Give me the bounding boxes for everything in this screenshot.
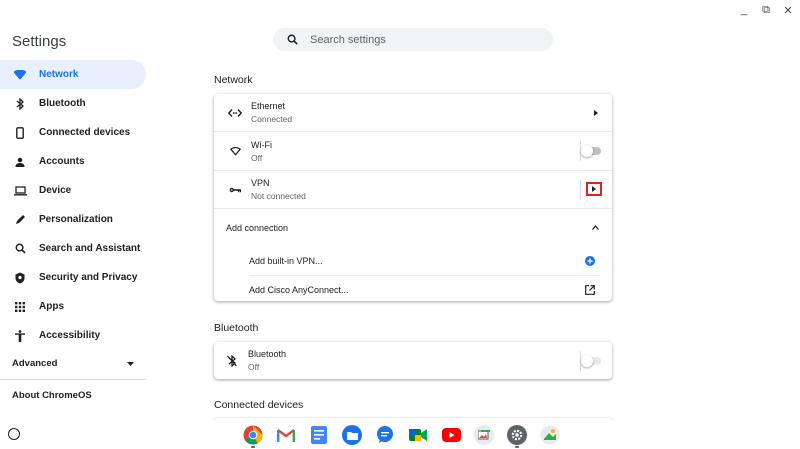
wifi-icon xyxy=(13,68,27,82)
chevron-up-icon xyxy=(592,225,599,230)
sidebar-item-label: Apps xyxy=(39,301,64,312)
sidebar-item-personalization[interactable]: Personalization xyxy=(0,205,146,234)
docs-icon[interactable] xyxy=(309,425,329,445)
sidebar-item-apps[interactable]: Apps xyxy=(0,292,146,321)
connected-devices-section-title: Connected devices xyxy=(214,399,304,411)
sidebar: Network Bluetooth Connected devices Acco… xyxy=(0,60,147,410)
apps-grid-icon xyxy=(13,300,27,314)
accessibility-icon xyxy=(13,329,27,343)
chevron-right-icon xyxy=(594,110,598,116)
settings-icon[interactable] xyxy=(507,425,527,445)
sidebar-item-label: Accounts xyxy=(39,156,85,167)
add-circle-icon[interactable] xyxy=(585,256,595,266)
sidebar-advanced-toggle[interactable]: Advanced xyxy=(0,350,146,377)
bluetooth-section-title: Bluetooth xyxy=(214,322,259,334)
maximize-button[interactable]: ⧉ xyxy=(760,4,772,17)
photos-icon[interactable] xyxy=(540,425,560,445)
search-icon xyxy=(287,34,298,45)
minimize-button[interactable]: _ xyxy=(738,4,750,17)
gmail-icon[interactable] xyxy=(276,425,296,445)
launcher-button[interactable] xyxy=(8,428,20,440)
app-title: Settings xyxy=(12,33,67,50)
sidebar-item-label: Personalization xyxy=(39,214,113,225)
vpn-row[interactable]: VPN Not connected xyxy=(214,171,612,208)
search-input[interactable] xyxy=(308,32,532,47)
key-icon xyxy=(227,187,243,193)
phone-icon xyxy=(13,126,27,140)
chrome-icon[interactable] xyxy=(243,425,263,445)
wifi-status: Off xyxy=(251,152,263,163)
sidebar-item-label: Bluetooth xyxy=(39,98,86,109)
sidebar-item-label: Search and Assistant xyxy=(39,243,141,254)
add-builtin-vpn-label: Add built-in VPN... xyxy=(249,255,323,266)
sidebar-item-label: Device xyxy=(39,185,72,196)
bluetooth-toggle[interactable] xyxy=(581,355,601,367)
messages-icon[interactable] xyxy=(375,425,395,445)
sidebar-item-device[interactable]: Device xyxy=(0,176,146,205)
vpn-status: Not connected xyxy=(251,191,306,201)
sidebar-item-label: Network xyxy=(39,69,79,80)
sidebar-item-connected-devices[interactable]: Connected devices xyxy=(0,118,146,147)
sidebar-item-security-and-privacy[interactable]: Security and Privacy xyxy=(0,263,146,292)
sidebar-item-accounts[interactable]: Accounts xyxy=(0,147,146,176)
window-controls: _ ⧉ ✕ xyxy=(738,4,794,17)
sidebar-item-label: Connected devices xyxy=(39,127,131,138)
wifi-toggle[interactable] xyxy=(581,145,601,157)
search-icon xyxy=(13,242,27,256)
sidebar-item-accessibility[interactable]: Accessibility xyxy=(0,321,146,350)
laptop-icon xyxy=(13,184,27,198)
running-indicator xyxy=(251,446,255,448)
ethernet-name: Ethernet xyxy=(251,101,286,111)
add-connection-label: Add connection xyxy=(226,222,289,233)
youtube-icon[interactable] xyxy=(441,425,461,445)
shield-icon xyxy=(13,271,27,285)
search-bar[interactable] xyxy=(273,28,553,51)
sidebar-item-network[interactable]: Network xyxy=(0,60,146,89)
sidebar-item-bluetooth[interactable]: Bluetooth xyxy=(0,89,146,118)
add-cisco-row[interactable]: Add Cisco AnyConnect... xyxy=(214,276,612,304)
advanced-label: Advanced xyxy=(12,358,58,369)
add-connection-row[interactable]: Add connection xyxy=(214,209,612,246)
network-card: Ethernet Connected Wi-Fi Off VPN Not connec… xyxy=(214,94,612,301)
sidebar-item-search-and-assistant[interactable]: Search and Assistant xyxy=(0,234,146,263)
ethernet-icon xyxy=(227,108,243,117)
chevron-down-icon xyxy=(127,361,134,366)
files-icon[interactable] xyxy=(342,425,362,445)
gallery-icon[interactable] xyxy=(474,425,494,445)
add-cisco-label: Add Cisco AnyConnect... xyxy=(249,285,349,295)
divider xyxy=(580,180,581,200)
meet-icon[interactable] xyxy=(408,425,428,445)
wifi-outline-icon xyxy=(227,146,243,156)
bluetooth-icon xyxy=(13,97,27,111)
bluetooth-name: Bluetooth xyxy=(248,349,287,359)
chevron-right-icon xyxy=(592,186,596,192)
bluetooth-card: Bluetooth Off xyxy=(214,342,612,379)
wifi-name: Wi-Fi xyxy=(251,139,272,150)
bluetooth-disabled-icon xyxy=(224,354,240,367)
ethernet-status: Connected xyxy=(251,114,293,124)
add-builtin-vpn-row[interactable]: Add built-in VPN... xyxy=(214,246,612,275)
person-icon xyxy=(13,155,27,169)
running-indicator xyxy=(515,446,519,448)
shelf xyxy=(0,420,800,449)
sidebar-item-about[interactable]: About ChromeOS xyxy=(0,380,147,410)
sidebar-item-label: Accessibility xyxy=(39,330,101,341)
wifi-row[interactable]: Wi-Fi Off xyxy=(214,132,612,170)
pen-icon xyxy=(13,213,27,227)
vpn-expand-button[interactable] xyxy=(586,182,602,196)
external-link-icon[interactable] xyxy=(585,285,595,295)
vpn-name: VPN xyxy=(251,178,270,188)
sidebar-item-label: Security and Privacy xyxy=(39,272,138,283)
ethernet-row[interactable]: Ethernet Connected xyxy=(214,94,612,131)
bluetooth-row[interactable]: Bluetooth Off xyxy=(214,342,612,379)
close-button[interactable]: ✕ xyxy=(782,4,794,17)
bluetooth-status: Off xyxy=(248,362,260,372)
network-section-title: Network xyxy=(214,74,253,86)
